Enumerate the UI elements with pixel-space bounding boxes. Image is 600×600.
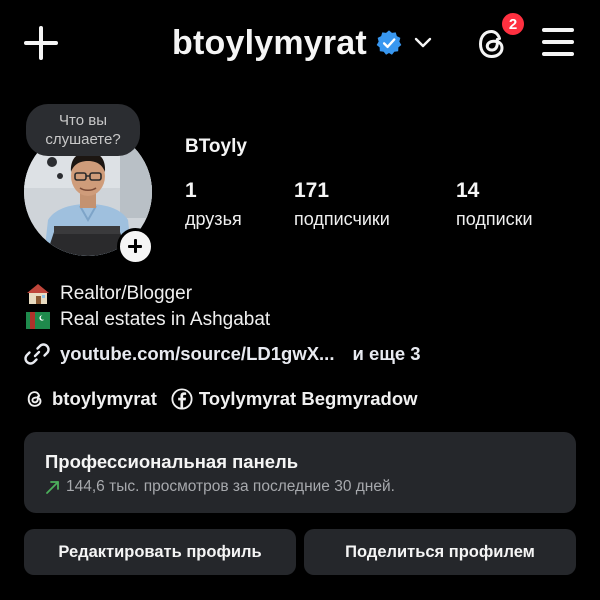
- share-profile-button[interactable]: Поделиться профилем: [304, 529, 576, 575]
- note-bubble-tail-small: [57, 173, 63, 179]
- stat-value: 14: [456, 179, 480, 202]
- notification-badge: 2: [500, 11, 526, 37]
- chevron-down-icon: [414, 37, 432, 48]
- stat-value: 171: [294, 179, 330, 202]
- display-name: BToyly: [185, 136, 247, 157]
- turkmenistan-flag-icon: [26, 311, 50, 329]
- facebook-name: Toylymyrat Begmyradow: [198, 388, 418, 409]
- threads-icon: [27, 391, 42, 407]
- bio-text: Realtor/Blogger: [60, 283, 193, 304]
- dashboard-title: Профессиональная панель: [45, 451, 299, 472]
- stat-label: подписки: [456, 209, 533, 229]
- edit-profile-button[interactable]: Редактировать профиль: [24, 529, 296, 575]
- facebook-icon: [171, 388, 193, 410]
- stat-value: 1: [185, 179, 197, 202]
- social-links: btoylymyrat Toylymyrat Begmyradow: [24, 388, 418, 410]
- threads-profile-link[interactable]: btoylymyrat: [24, 388, 157, 410]
- stat-friends[interactable]: 1 друзья: [185, 178, 242, 232]
- threads-handle: btoylymyrat: [52, 388, 157, 409]
- note-bubble[interactable]: Что вы слушаете?: [26, 104, 140, 156]
- professional-dashboard[interactable]: Профессиональная панель 144,6 тыс. просм…: [24, 432, 576, 513]
- top-bar: btoylymyrat 2: [0, 0, 600, 90]
- house-emoji-icon: [27, 284, 49, 304]
- menu-hamburger-icon[interactable]: [542, 28, 574, 56]
- bio-line-2: Real estates in Ashgabat: [26, 309, 270, 331]
- bio-text: Real estates in Ashgabat: [60, 309, 271, 330]
- link-icon: [24, 343, 50, 365]
- stat-label: друзья: [185, 209, 242, 229]
- add-story-plus-icon[interactable]: [117, 228, 154, 265]
- bio-link[interactable]: youtube.com/source/LD1gwX... и еще 3: [24, 341, 421, 367]
- bio-link-text: youtube.com/source/LD1gwX...: [60, 343, 335, 364]
- facebook-profile-link[interactable]: Toylymyrat Begmyradow: [171, 388, 418, 410]
- account-switcher[interactable]: btoylymyrat: [172, 20, 433, 66]
- username-title: btoylymyrat: [172, 23, 367, 62]
- verified-badge-icon: [376, 30, 402, 55]
- dashboard-views-text: 144,6 тыс. просмотров за последние 30 дн…: [66, 478, 395, 495]
- create-plus-icon[interactable]: [24, 26, 58, 60]
- bio-link-more: и еще 3: [352, 343, 421, 364]
- stat-followers[interactable]: 171 подписчики: [294, 178, 390, 232]
- stat-following[interactable]: 14 подписки: [456, 178, 533, 232]
- stat-label: подписчики: [294, 209, 390, 229]
- profile-page: btoylymyrat 2 Что вы слушаете? BToyly 1 …: [0, 0, 600, 600]
- note-bubble-tail: [47, 157, 57, 167]
- dashboard-subtitle: 144,6 тыс. просмотров за последние 30 дн…: [45, 478, 395, 496]
- bio-line-1: Realtor/Blogger: [26, 282, 192, 306]
- trend-up-arrow-icon: [46, 480, 59, 494]
